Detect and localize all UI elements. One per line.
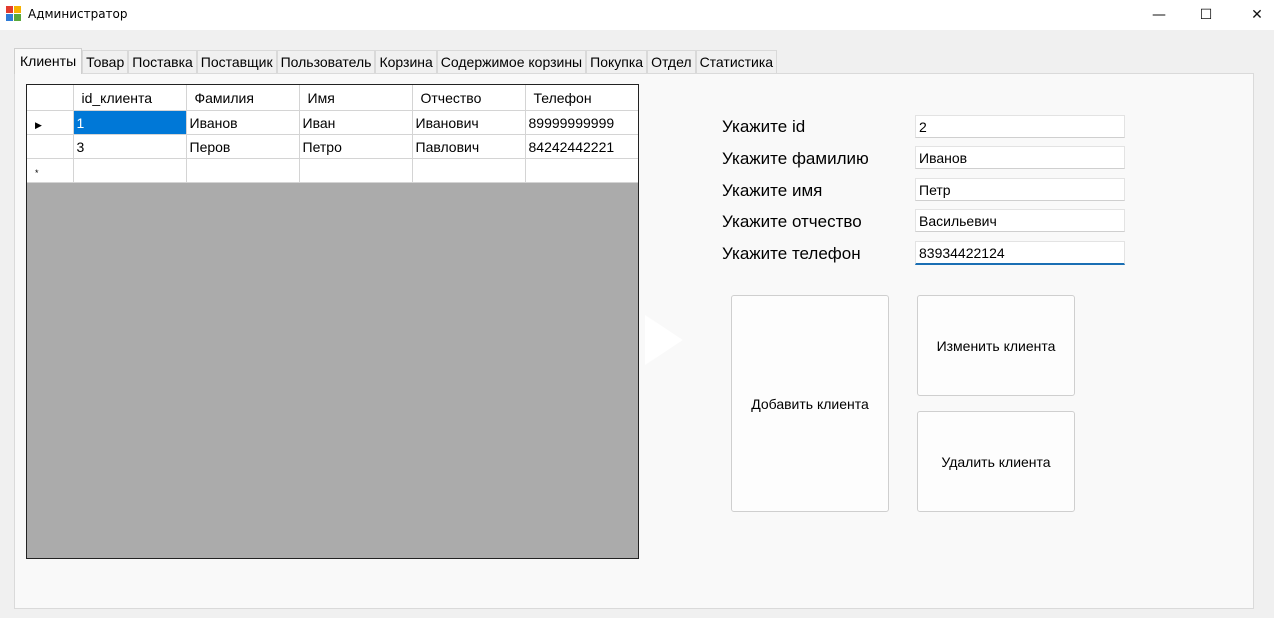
cell-surname[interactable] (186, 158, 300, 183)
tab-cart[interactable]: Корзина (375, 50, 437, 73)
column-header-patronymic[interactable]: Отчество (412, 85, 526, 111)
grid-header-row: id_клиента Фамилия Имя Отчество Телефон (27, 85, 638, 111)
cell-surname[interactable]: Иванов (186, 110, 300, 135)
row-header[interactable]: * (27, 158, 74, 183)
cell-name[interactable]: Петро (299, 134, 413, 159)
surname-field[interactable] (915, 146, 1125, 169)
label-surname: Укажите фамилию (722, 149, 869, 168)
minimize-button[interactable]: — (1136, 0, 1182, 30)
table-row[interactable]: ▶ 1 Иванов Иван Иванович 89999999999 (27, 110, 638, 135)
cell-name[interactable]: Иван (299, 110, 413, 135)
cell-patronymic[interactable]: Иванович (412, 110, 526, 135)
phone-field[interactable] (915, 241, 1125, 265)
column-header-name[interactable]: Имя (299, 85, 413, 111)
tab-statistics[interactable]: Статистика (695, 50, 778, 73)
tab-department[interactable]: Отдел (647, 50, 696, 73)
tab-clients[interactable]: Клиенты (14, 48, 83, 74)
tab-goods[interactable]: Товар (82, 50, 129, 73)
new-row-asterisk-icon: * (35, 167, 39, 178)
tab-user[interactable]: Пользователь (276, 50, 376, 73)
window-title: Администратор (28, 7, 128, 21)
app-icon (6, 6, 22, 22)
tab-purchase[interactable]: Покупка (586, 50, 648, 73)
tab-cart-contents[interactable]: Содержимое корзины (436, 50, 587, 73)
play-overlay-icon (645, 315, 683, 365)
cell-id[interactable]: 3 (73, 134, 187, 159)
cell-phone[interactable]: 89999999999 (525, 110, 638, 135)
cell-id[interactable] (73, 158, 187, 183)
table-row[interactable]: 3 Перов Петро Павлович 84242442221 (27, 134, 638, 159)
grid-corner-cell[interactable] (27, 85, 74, 111)
label-phone: Укажите телефон (722, 244, 861, 263)
row-header[interactable] (27, 134, 74, 159)
edit-client-button[interactable]: Изменить клиента (917, 295, 1075, 396)
delete-client-button[interactable]: Удалить клиента (917, 411, 1075, 512)
clients-data-grid[interactable]: id_клиента Фамилия Имя Отчество Телефон … (26, 84, 639, 559)
column-header-surname[interactable]: Фамилия (186, 85, 300, 111)
tab-supplier[interactable]: Поставщик (196, 50, 277, 73)
id-field[interactable] (915, 115, 1125, 138)
label-patronymic: Укажите отчество (722, 212, 862, 231)
cell-id[interactable]: 1 (73, 110, 187, 135)
tab-strip: Клиенты Товар Поставка Поставщик Пользов… (14, 48, 778, 74)
close-button[interactable]: ✕ (1234, 0, 1274, 30)
name-field[interactable] (915, 178, 1125, 201)
title-bar: Администратор — ☐ ✕ (0, 0, 1274, 30)
cell-patronymic[interactable] (412, 158, 526, 183)
cell-name[interactable] (299, 158, 413, 183)
cell-surname[interactable]: Перов (186, 134, 300, 159)
cell-phone[interactable] (525, 158, 638, 183)
tab-supply[interactable]: Поставка (128, 50, 197, 73)
maximize-button[interactable]: ☐ (1183, 0, 1229, 30)
patronymic-field[interactable] (915, 209, 1125, 232)
cell-phone[interactable]: 84242442221 (525, 134, 638, 159)
column-header-id[interactable]: id_клиента (73, 85, 187, 111)
current-row-arrow-icon: ▶ (35, 119, 42, 130)
column-header-phone[interactable]: Телефон (525, 85, 638, 111)
new-row[interactable]: * (27, 158, 638, 183)
cell-patronymic[interactable]: Павлович (412, 134, 526, 159)
row-header[interactable]: ▶ (27, 110, 74, 135)
label-name: Укажите имя (722, 181, 823, 200)
add-client-button[interactable]: Добавить клиента (731, 295, 889, 512)
label-id: Укажите id (722, 117, 806, 136)
